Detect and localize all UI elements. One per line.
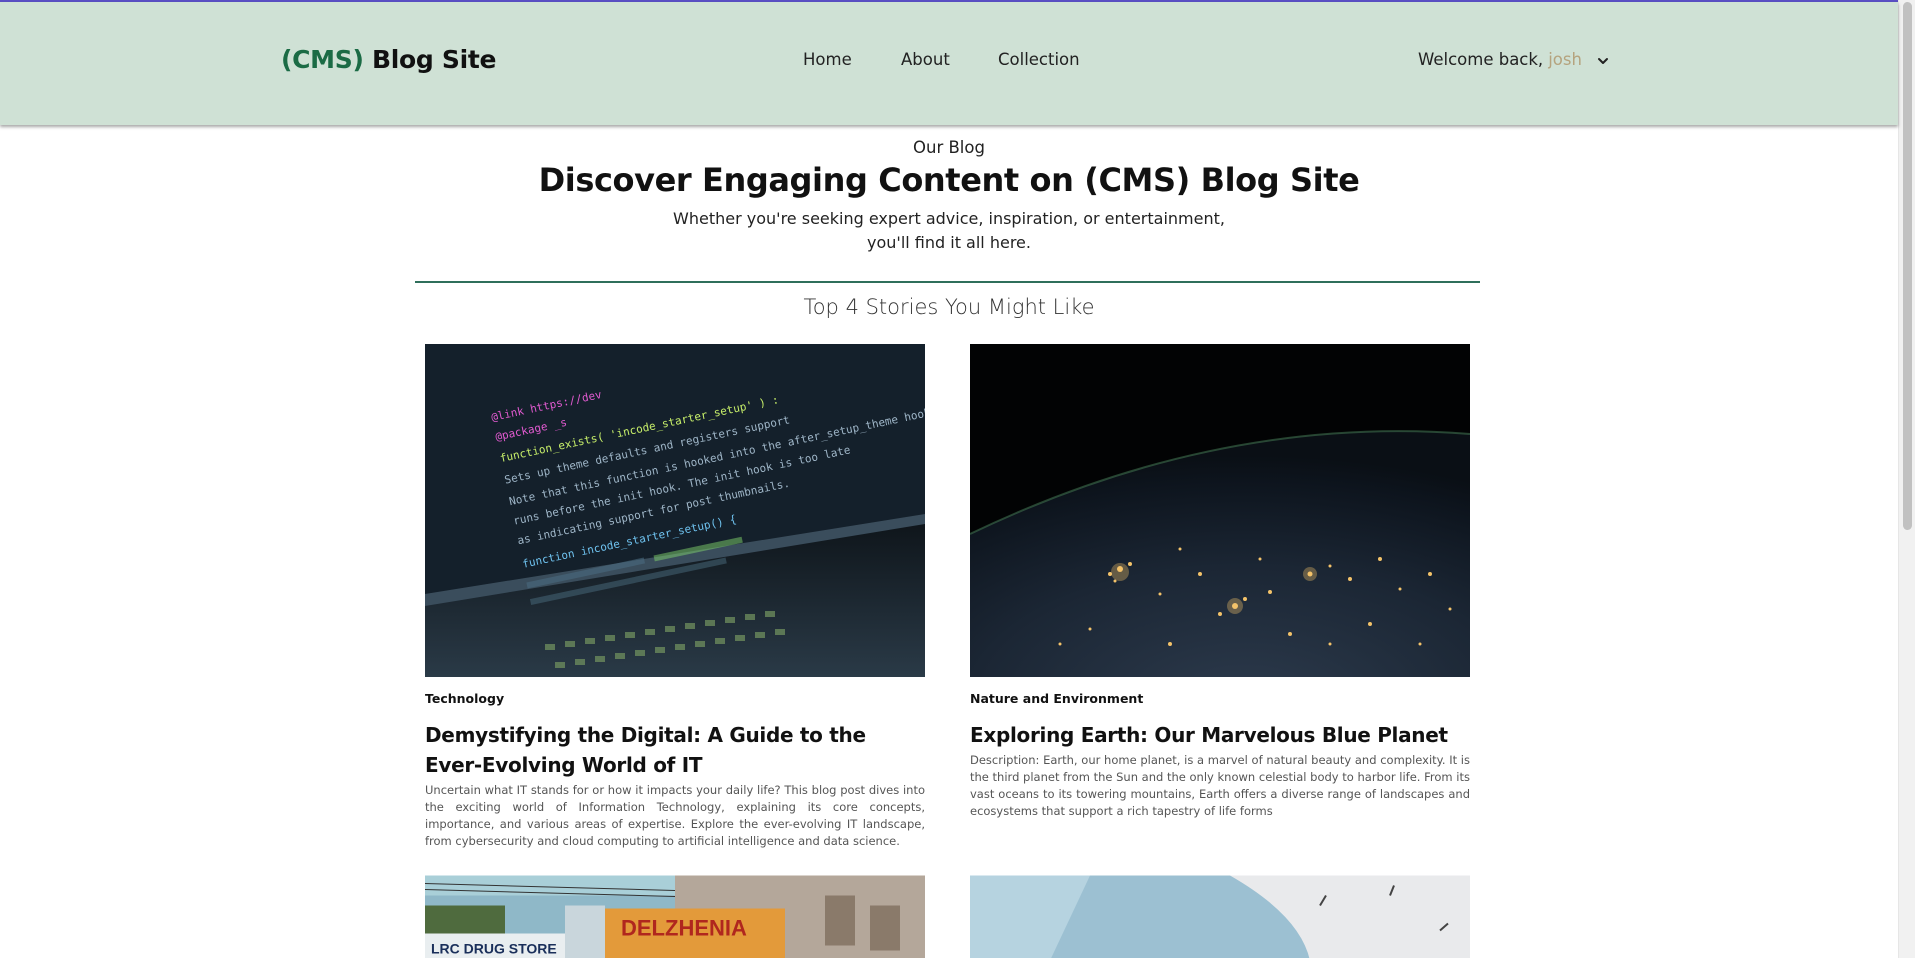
nav-about-link[interactable]: About [901,50,950,69]
nav-collection-link[interactable]: Collection [998,50,1080,69]
card-title[interactable]: Exploring Earth: Our Marvelous Blue Plan… [970,720,1470,750]
nav-home-link[interactable]: Home [803,50,852,69]
card-description: Description: Earth, our home planet, is … [970,753,1470,818]
logo-text: Blog Site [363,45,497,74]
street-sign-drugstore: LRC DRUG STORE [431,941,557,957]
street-sign-delzhenia: DELZHENIA [621,916,747,941]
card-image-laptop-code[interactable]: @link https://dev @package _s function_e… [425,344,925,677]
scrollbar-thumb[interactable] [1903,2,1912,530]
card-category[interactable]: Nature and Environment [970,691,1470,706]
section-divider [415,281,1480,283]
hero-subtitle-line-2: you'll find it all here. [867,233,1031,252]
vertical-scrollbar[interactable] [1898,0,1915,958]
user-menu[interactable]: Welcome back, josh [1418,50,1610,69]
story-card[interactable]: Nature and Environment Exploring Earth: … [970,344,1470,820]
hero-subtitle-line-1: Whether you're seeking expert advice, in… [673,209,1225,228]
logo-accent: (CMS) [281,45,364,74]
card-description: Uncertain what IT stands for or how it i… [425,783,925,848]
username: josh [1548,50,1582,69]
hero-subtitle: Whether you're seeking expert advice, in… [0,207,1898,255]
welcome-text: Welcome back, [1418,50,1544,69]
card-image-earth-night[interactable] [970,344,1470,677]
hero-headline: Discover Engaging Content on (CMS) Blog … [538,161,1360,199]
site-header: (CMS) Blog Site Home About Collection We… [0,2,1898,125]
card-image-abstract[interactable] [970,873,1470,958]
card-image-street[interactable]: LRC DRUG STORE DELZHENIA [425,873,925,958]
chevron-down-icon[interactable] [1596,53,1610,67]
card-category[interactable]: Technology [425,691,925,706]
card-title[interactable]: Demystifying the Digital: A Guide to the… [425,720,925,780]
site-logo[interactable]: (CMS) Blog Site [281,45,496,74]
story-card[interactable]: @link https://dev @package _s function_e… [425,344,925,850]
section-title: Top 4 Stories You Might Like [803,295,1095,319]
hero-eyebrow: Our Blog [913,138,985,157]
